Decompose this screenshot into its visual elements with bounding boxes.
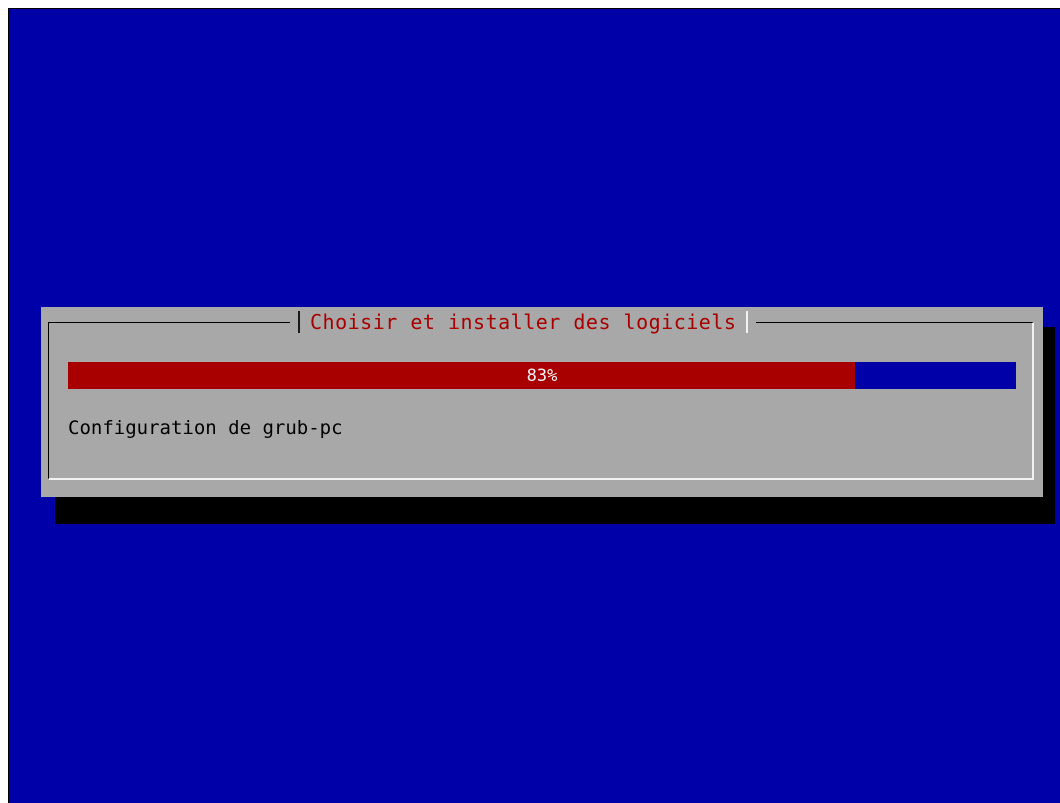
installer-screen: Choisir et installer des logiciels 83% C… [8,8,1060,803]
dialog-frame [48,322,1034,480]
dialog-title-bar: Choisir et installer des logiciels [290,310,757,334]
title-tick-right [746,311,749,333]
dialog-title: Choisir et installer des logiciels [310,310,737,334]
progress-dialog: Choisir et installer des logiciels 83% C… [41,307,1043,497]
dialog-shadow-bottom [55,497,1055,524]
progress-percent-label: 83% [526,365,558,386]
status-text: Configuration de grub-pc [68,417,343,439]
progress-bar: 83% [68,362,1016,389]
dialog-shadow [1043,327,1055,524]
